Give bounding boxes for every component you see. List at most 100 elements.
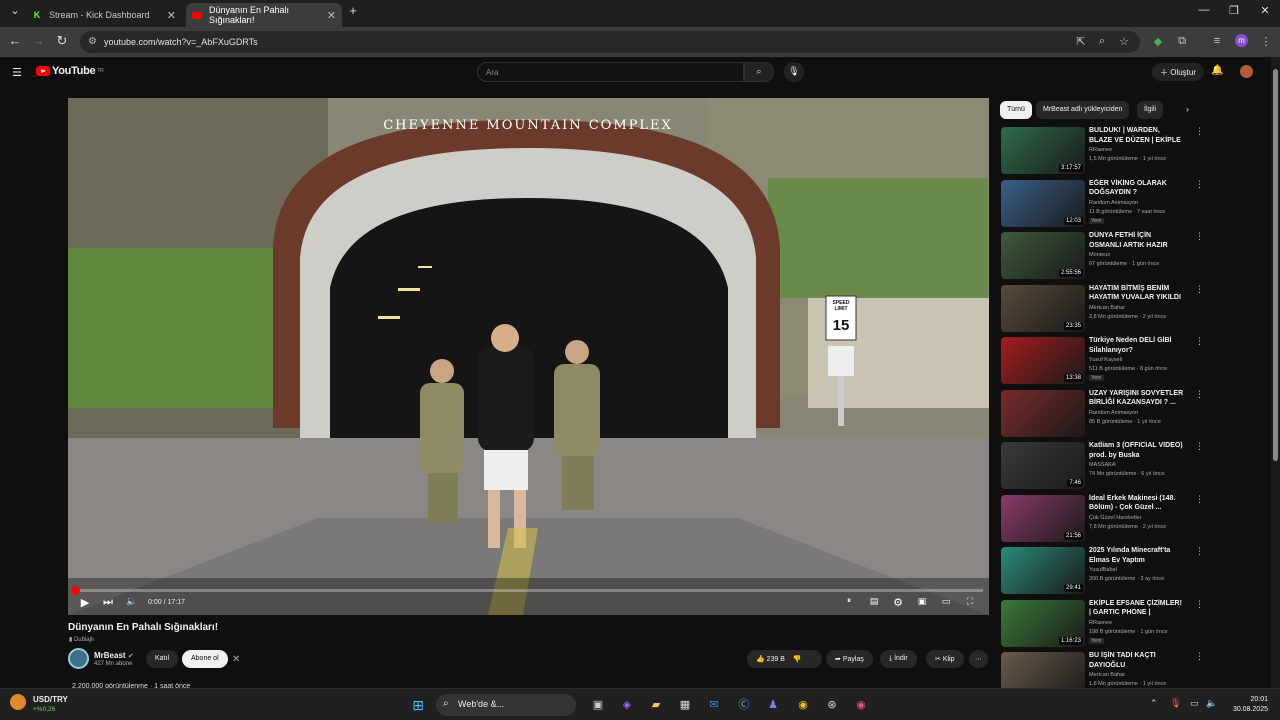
autoplay-toggle-icon[interactable]: ⏸ [841, 596, 857, 606]
ccleaner-icon[interactable]: Ⓒ [736, 697, 752, 713]
theater-mode-icon[interactable]: ▭ [938, 596, 954, 607]
recommendation-channel[interactable]: YusufBabal [1089, 567, 1117, 573]
copilot-icon[interactable]: ◈ [619, 697, 635, 713]
recommendation-title[interactable]: BULDUK! | WARDEN, BLAZE VE DÜZEN | EKİPL… [1089, 126, 1185, 146]
clip-button[interactable]: ✂ Klip [926, 650, 964, 668]
extension-shield-icon[interactable]: ◆ [1151, 35, 1165, 48]
chip-related[interactable]: İlgili [1137, 101, 1164, 119]
address-bar[interactable]: ⚙ youtube.com/watch?v=_AbFXuGDRTs [80, 31, 1140, 53]
account-avatar[interactable] [1240, 65, 1253, 78]
play-icon[interactable]: ▶ [77, 596, 93, 609]
video-thumbnail[interactable]: 3:17:57 [1001, 127, 1085, 174]
fullscreen-icon[interactable]: ⛶ [962, 596, 978, 607]
recommendation-channel[interactable]: MASSAKA [1089, 462, 1116, 468]
recommendation-channel[interactable]: Mertcan Bahar [1089, 672, 1125, 678]
video-thumbnail[interactable]: 7:46 [1001, 442, 1085, 489]
recommendation-item[interactable]: 1:16:23 EKİPLE EFSANE ÇİZİMLER! | GARTIC … [1001, 599, 1204, 649]
minimize-icon[interactable]: — [1189, 4, 1219, 16]
recommendation-item[interactable]: 21:56 İdeal Erkek Makinesi (148. Bölüm) -… [1001, 494, 1204, 544]
more-options-icon[interactable]: ⋮ [1195, 336, 1204, 347]
recommendation-channel[interactable]: Yusuf Kayseli [1089, 357, 1122, 363]
close-tab-icon[interactable]: ✕ [167, 9, 176, 22]
extensions-icon[interactable]: ⧉ [1175, 35, 1189, 48]
recommendation-title[interactable]: Katliam 3 (OFFICIAL VIDEO) prod. by Busk… [1089, 441, 1185, 460]
recommendation-item[interactable]: 12:03 EĞER VİKİNG OLARAK DOĞSAYDIN ? Rando… [1001, 179, 1204, 229]
voice-search-button[interactable]: 🎙 [784, 62, 804, 82]
tab-list-icon[interactable]: ≡ [1210, 35, 1224, 47]
recommendation-title[interactable]: EĞER VİKİNG OLARAK DOĞSAYDIN ? [1089, 179, 1185, 198]
more-options-icon[interactable]: ⋮ [1195, 389, 1204, 400]
share-button[interactable]: ➦ Paylaş [826, 650, 873, 668]
more-options-icon[interactable]: ⋮ [1195, 179, 1204, 190]
subtitles-icon[interactable]: ▤ [866, 596, 882, 607]
back-icon[interactable]: ← [6, 33, 24, 48]
like-button[interactable]: 👍 239 B 👎 [747, 650, 822, 668]
zoom-icon[interactable]: ⌕ [1095, 35, 1109, 48]
forward-icon[interactable]: → [29, 33, 47, 48]
recommendation-item[interactable]: 7:46 Katliam 3 (OFFICIAL VIDEO) prod. by … [1001, 441, 1204, 491]
recommendation-title[interactable]: İdeal Erkek Makinesi (148. Bölüm) - Çok … [1089, 494, 1185, 513]
site-info-icon[interactable]: ⚙ [88, 36, 97, 47]
video-thumbnail[interactable] [1001, 389, 1085, 437]
seek-handle[interactable] [71, 586, 80, 595]
download-button[interactable]: ⤓ İndir [880, 650, 917, 668]
file-explorer-icon[interactable]: ▰ [648, 697, 664, 713]
windows-start-icon[interactable]: ⊞ [410, 697, 426, 713]
more-options-icon[interactable]: ⋮ [1195, 599, 1204, 610]
menu-dots-icon[interactable]: ⋮ [1259, 35, 1273, 48]
settings-gear-icon[interactable]: ⚙ [890, 596, 906, 609]
new-tab-icon[interactable]: + [338, 3, 368, 18]
video-thumbnail[interactable]: 29:41 [1001, 547, 1085, 594]
tab-kick-dashboard[interactable]: K Stream - Kick Dashboard ✕ [26, 3, 182, 27]
subscribe-button[interactable]: Abone ol [182, 650, 228, 668]
install-app-icon[interactable]: ⇱ [1074, 35, 1088, 48]
browser-active-icon[interactable]: ◉ [853, 697, 869, 713]
join-button[interactable]: Katıl [146, 650, 179, 668]
channel-name[interactable]: MrBeast ✔ [94, 651, 134, 660]
more-options-icon[interactable]: ⋮ [1195, 284, 1204, 295]
next-icon[interactable]: ⏭ [100, 596, 116, 609]
more-options-icon[interactable]: ⋮ [1195, 126, 1204, 137]
recommendation-channel[interactable]: RRaenee [1089, 147, 1112, 153]
reload-icon[interactable]: ↻ [53, 33, 71, 49]
store-icon[interactable]: ▦ [677, 697, 693, 713]
recommendation-channel[interactable]: RRaenee [1089, 620, 1112, 626]
chip-all[interactable]: Tümü [1000, 101, 1032, 119]
chrome-icon[interactable]: ◉ [795, 697, 811, 713]
recommendation-item[interactable]: UZAY YARIŞINI SOVYETLER BİRLİĞİ KAZANSAY… [1001, 389, 1204, 439]
youtube-logo[interactable]: YouTube TR [36, 65, 104, 77]
teams-icon[interactable]: ♟ [765, 697, 781, 713]
video-thumbnail[interactable]: 12:03 [1001, 179, 1085, 227]
scrollbar-thumb[interactable] [1273, 69, 1278, 461]
ticker-widget[interactable]: USD/TRY +%0,26 [8, 695, 68, 713]
video-thumbnail[interactable]: 13:38 [1001, 337, 1085, 384]
microphone-icon[interactable]: 🎙 [1170, 698, 1181, 709]
create-button[interactable]: ＋ Oluştur [1152, 63, 1205, 81]
recommendation-item[interactable]: 29:41 2025 Yılında Minecraft'ta Elmas Ev … [1001, 546, 1204, 596]
bookmark-star-icon[interactable]: ☆ [1117, 35, 1131, 48]
volume-icon[interactable]: 🔈 [124, 596, 140, 607]
recommendation-channel[interactable]: Random Animasyon [1089, 410, 1138, 416]
dismiss-icon[interactable]: ✕ [232, 654, 240, 665]
taskbar-search[interactable]: ⌕ Web'de &... [436, 694, 576, 716]
more-options-icon[interactable]: ⋮ [1195, 494, 1204, 505]
channel-avatar[interactable] [68, 648, 89, 669]
miniplayer-icon[interactable]: ▣ [914, 596, 930, 607]
close-tab-icon[interactable]: ✕ [327, 9, 336, 22]
more-options-icon[interactable]: ⋮ [1195, 441, 1204, 452]
page-scrollbar[interactable] [1271, 57, 1280, 688]
video-thumbnail[interactable]: 2:55:56 [1001, 232, 1085, 279]
recommendation-item[interactable]: 3:17:57 BULDUK! | WARDEN, BLAZE VE DÜZEN … [1001, 126, 1204, 176]
recommendation-title[interactable]: BU İŞİN TADI KAÇTI DAYIOĞLU [1089, 651, 1185, 670]
recommendation-item[interactable]: 23:35 HAYATIM BİTMİŞ BENİM HAYATIM YUVALA… [1001, 284, 1204, 334]
notifications-bell-icon[interactable]: 🔔 [1211, 65, 1223, 76]
tray-chevron-icon[interactable]: ⌃ [1150, 698, 1158, 709]
recommendation-channel[interactable]: Mertcan Bahar [1089, 305, 1125, 311]
video-thumbnail[interactable]: 1:16:23 [1001, 599, 1085, 647]
recommendation-title[interactable]: 2025 Yılında Minecraft'ta Elmas Ev Yaptı… [1089, 546, 1185, 565]
seek-bar[interactable] [71, 586, 983, 595]
more-options-icon[interactable]: ⋮ [1195, 546, 1204, 557]
github-icon[interactable]: ⊛ [824, 697, 840, 713]
network-icon[interactable]: ▭ [1190, 698, 1199, 709]
profile-icon[interactable]: m [1235, 34, 1248, 47]
